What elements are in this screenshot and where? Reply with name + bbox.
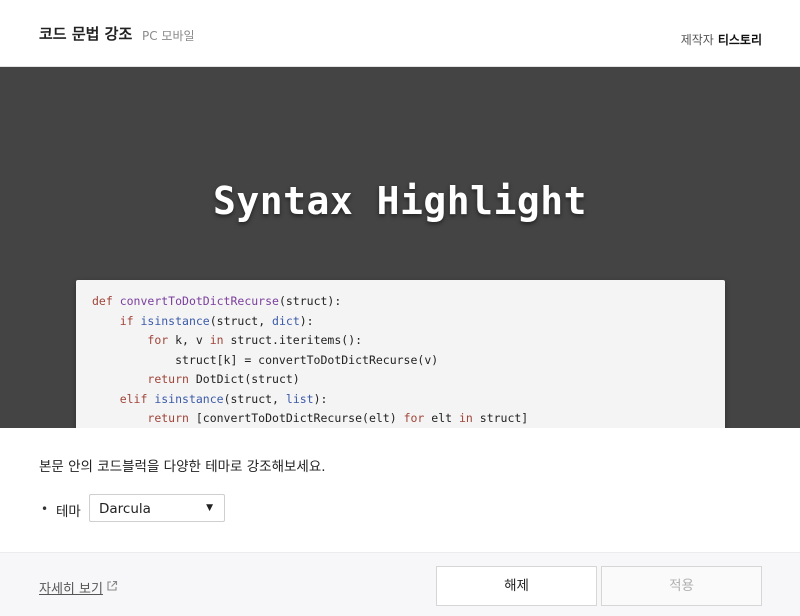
code-token: convertToDotDictRecurse bbox=[119, 294, 279, 308]
code-token: if bbox=[119, 313, 141, 328]
code-line: for k, v in struct.iteritems(): bbox=[92, 331, 725, 351]
maker-info: 제작자 티스토리 bbox=[681, 31, 762, 48]
platform-labels: PC 모바일 bbox=[142, 29, 195, 43]
code-token: list bbox=[285, 391, 314, 406]
theme-label: 테마 bbox=[56, 504, 81, 520]
code-token: def bbox=[92, 294, 120, 308]
code-token: dict bbox=[272, 313, 300, 328]
theme-select[interactable]: Darcula ▼ bbox=[89, 494, 225, 522]
hero-title: Syntax Highlight bbox=[212, 179, 588, 223]
code-token: DotDict(struct) bbox=[195, 372, 300, 386]
description: 본문 안의 코드블럭을 다양한 테마로 강조해보세요. bbox=[39, 459, 326, 475]
maker-name: 티스토리 bbox=[717, 33, 762, 47]
code-token: return bbox=[147, 372, 196, 386]
code-token: k, v bbox=[175, 333, 210, 347]
apply-button[interactable]: 적용 bbox=[601, 566, 762, 606]
code-token: for bbox=[147, 333, 176, 347]
code-line: def convertToDotDictRecurse(struct): bbox=[92, 292, 725, 312]
code-token: [convertToDotDictRecurse(elt) bbox=[195, 411, 404, 425]
code-token: return bbox=[147, 411, 196, 425]
code-line: elif isinstance(struct, list): bbox=[92, 390, 725, 410]
code-line: return DotDict(struct) bbox=[92, 370, 725, 390]
external-link-icon bbox=[107, 580, 118, 591]
code-token: (struct, bbox=[209, 313, 273, 328]
code-token: (struct): bbox=[278, 294, 342, 308]
more-info-link[interactable]: 자세히 보기 bbox=[39, 578, 103, 597]
code-token: elif bbox=[119, 391, 155, 406]
code-token: isinstance bbox=[154, 391, 224, 406]
header: 코드 문법 강조 PC 모바일 제작자 티스토리 bbox=[0, 0, 800, 67]
caret-down-icon: ▼ bbox=[206, 503, 213, 513]
footer: 자세히 보기 해제 적용 bbox=[0, 552, 800, 616]
code-token: struct[k] = convertToDotDictRecurse(v) bbox=[92, 352, 439, 367]
theme-select-value: Darcula bbox=[99, 501, 151, 517]
preview-banner: Syntax Highlight def convertToDotDictRec… bbox=[0, 67, 800, 428]
plugin-settings: 본문 안의 코드블럭을 다양한 테마로 강조해보세요. • 테마 Darcula… bbox=[0, 428, 800, 552]
code-token: struct] bbox=[479, 411, 529, 425]
code-token: (struct, bbox=[223, 391, 286, 406]
code-token: in bbox=[458, 411, 480, 425]
code-token: ): bbox=[313, 391, 328, 406]
bullet: • bbox=[41, 502, 49, 516]
code-line: struct[k] = convertToDotDictRecurse(v) bbox=[92, 351, 725, 371]
code-preview: def convertToDotDictRecurse(struct): if … bbox=[76, 280, 725, 428]
code-token: ): bbox=[299, 313, 314, 328]
code-token: struct.iteritems(): bbox=[230, 333, 363, 347]
code-token: for bbox=[403, 411, 432, 425]
maker-label: 제작자 bbox=[680, 33, 714, 47]
code-token: elt bbox=[431, 411, 459, 425]
code-line: return [convertToDotDictRecurse(elt) for… bbox=[92, 409, 725, 428]
code-token: in bbox=[209, 333, 231, 347]
release-button[interactable]: 해제 bbox=[436, 566, 597, 606]
code-token: isinstance bbox=[140, 313, 210, 328]
page-title: 코드 문법 강조 bbox=[39, 25, 133, 43]
code-line: if isinstance(struct, dict): bbox=[92, 312, 725, 332]
